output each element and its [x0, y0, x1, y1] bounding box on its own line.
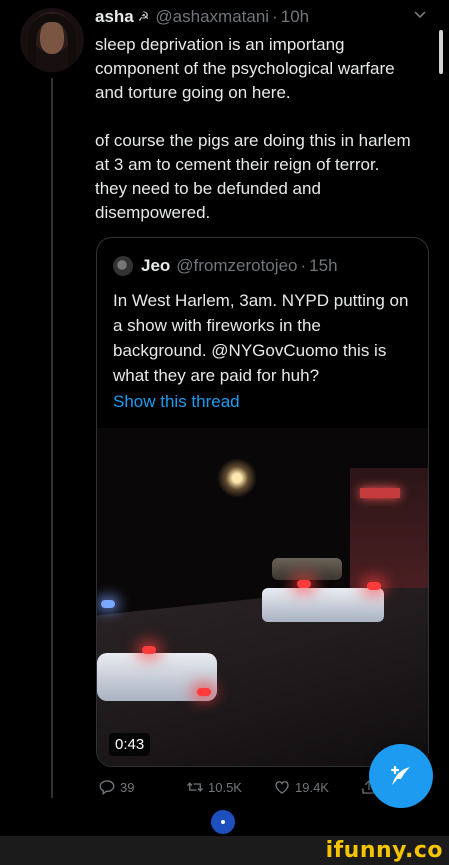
thread-connector-line [51, 78, 53, 798]
tweet-paragraph: sleep deprivation is an importang compon… [95, 35, 395, 102]
siren-light [197, 688, 211, 696]
ifunny-watermark: ifunny.co [325, 838, 443, 863]
quoted-avatar[interactable] [113, 256, 133, 276]
siren-light [101, 600, 115, 608]
watermark-bar: ifunny.co [0, 836, 449, 865]
tweet-paragraph: of course the pigs are doing this in har… [95, 131, 411, 222]
siren-light [367, 582, 381, 590]
separator-dot: · [300, 256, 307, 275]
display-name[interactable]: asha [95, 7, 134, 27]
retweet-button[interactable]: 10.5K [186, 778, 242, 796]
show-thread-link[interactable]: Show this thread [113, 392, 240, 412]
retweet-icon [187, 782, 203, 792]
reply-icon [99, 780, 115, 796]
tweet-header: asha ☭ @ashaxmatani · 10h [95, 6, 309, 28]
quoted-tweet-header: Jeo @fromzerotojeo · 15h [113, 256, 338, 276]
heart-icon [275, 781, 289, 794]
video-police-van [262, 588, 384, 622]
compose-tweet-button[interactable] [369, 744, 433, 808]
reply-count: 39 [120, 779, 135, 795]
avatar[interactable] [20, 8, 84, 72]
scrollbar[interactable] [439, 30, 443, 74]
video-streetlight [217, 458, 257, 498]
quoted-timestamp[interactable]: 15h [309, 256, 337, 276]
separator-dot: · [272, 7, 278, 26]
video-sign [360, 488, 400, 498]
siren-light [142, 646, 156, 654]
tweet-timestamp[interactable]: 10h [281, 7, 309, 27]
siren-light [297, 580, 311, 588]
video-duration-badge: 0:43 [109, 733, 151, 756]
quoted-tweet-text: In West Harlem, 3am. NYPD putting on a s… [113, 291, 409, 385]
user-handle[interactable]: @ashaxmatani [155, 7, 269, 27]
like-count: 19.4K [295, 779, 329, 795]
ifunny-eye-icon [211, 810, 235, 834]
quoted-user-handle[interactable]: @fromzerotojeo [176, 256, 297, 276]
video-media[interactable]: 0:43 [97, 428, 428, 766]
tweet-body: sleep deprivation is an importang compon… [95, 33, 415, 249]
video-building [350, 468, 428, 588]
video-car [272, 558, 342, 580]
quoted-display-name[interactable]: Jeo [141, 256, 170, 276]
like-button[interactable]: 19.4K [273, 778, 329, 796]
quoted-tweet-card[interactable]: Jeo @fromzerotojeo · 15h In West Harlem,… [96, 237, 429, 767]
compose-icon [390, 765, 410, 785]
retweet-count: 10.5K [208, 779, 242, 795]
chevron-down-icon[interactable] [413, 8, 427, 22]
name-emoji: ☭ [137, 9, 150, 24]
reply-button[interactable]: 39 [98, 778, 134, 796]
avatar-face [40, 22, 64, 54]
